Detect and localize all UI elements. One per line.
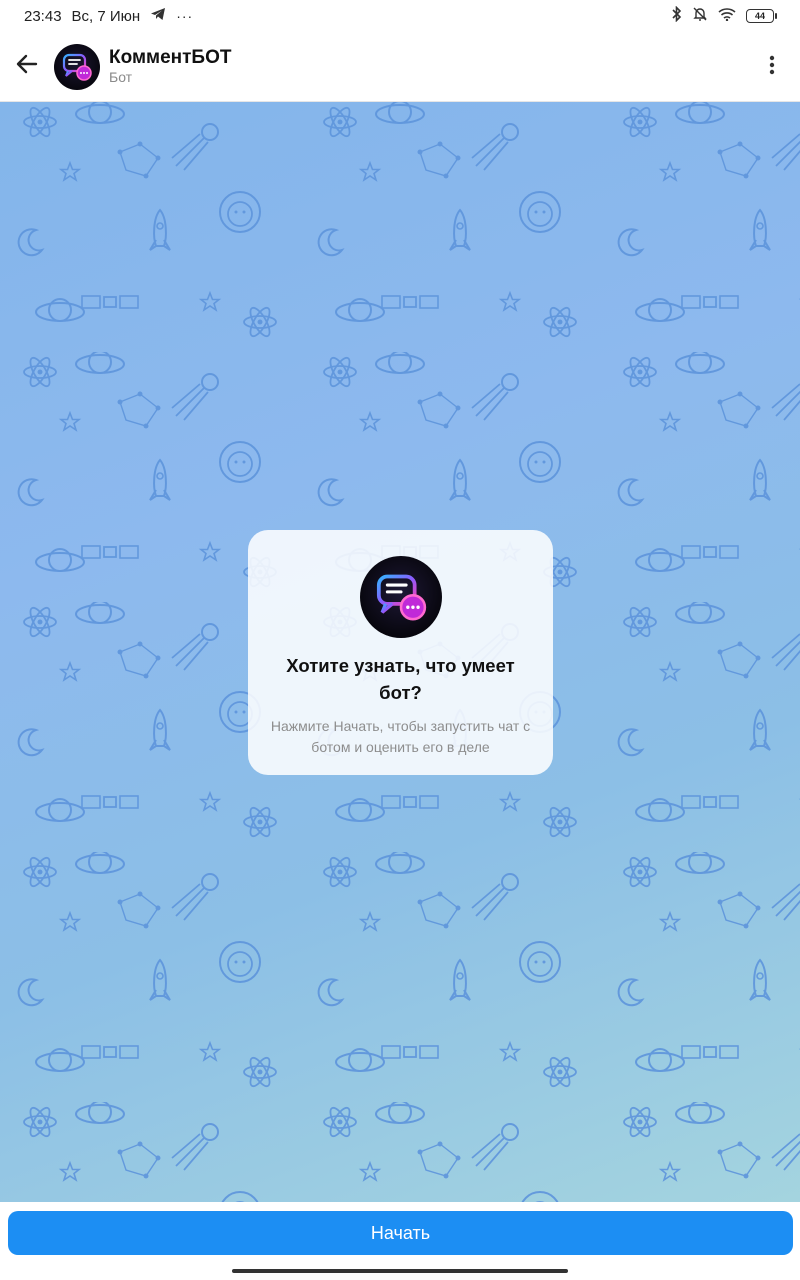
status-right: 44 [672,5,777,26]
back-button[interactable] [0,32,54,102]
start-button[interactable]: Начать [8,1211,793,1255]
bottom-bar: Начать [0,1202,800,1280]
intro-text: Нажмите Начать, чтобы запустить чат с бо… [270,718,531,755]
battery-level: 44 [754,11,765,21]
bluetooth-icon [672,5,682,26]
chat-header: КомментБОТ Бот [0,32,800,102]
chat-bubbles-icon [62,53,92,81]
status-time: 23:43 [24,7,62,25]
more-icon: ··· [176,8,194,24]
chat-title: КомментБОТ [109,47,232,68]
wifi-icon [718,7,736,25]
more-menu-button[interactable] [758,49,786,85]
status-left: 23:43 Вс, 7 Июн ··· [24,7,193,25]
home-indicator[interactable] [232,1269,568,1273]
chat-title-block[interactable]: КомментБОТ Бот [109,47,231,86]
battery-icon: 44 [746,9,777,23]
chat-subtitle: Бот [109,69,133,85]
back-arrow-icon [16,54,38,79]
intro-heading: Хотите узнать, что умеет бот? [286,655,515,703]
bot-avatar-large [359,556,442,638]
bot-avatar[interactable] [54,43,100,90]
status-bar: 23:43 Вс, 7 Июн ··· 44 [0,0,800,32]
more-vertical-icon [769,55,775,80]
bot-intro-card: Хотите узнать, что умеет бот? Нажмите На… [248,530,553,775]
mute-icon [692,6,708,26]
status-date: Вс, 7 Июн [71,7,141,25]
chat-bubbles-icon [376,574,426,621]
telegram-icon [150,7,166,25]
